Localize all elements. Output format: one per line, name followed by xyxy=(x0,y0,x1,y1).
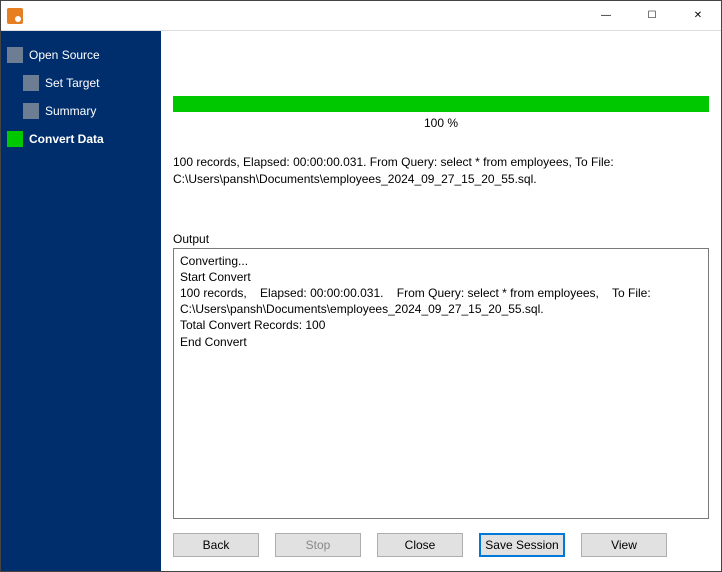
status-line-2: C:\Users\pansh\Documents\employees_2024_… xyxy=(173,171,709,188)
maximize-button[interactable]: ☐ xyxy=(629,1,675,30)
button-row: Back Stop Close Save Session View xyxy=(173,519,709,561)
progress-percent-label: 100 % xyxy=(173,116,709,130)
window-controls: ― ☐ ✕ xyxy=(583,1,721,30)
close-window-button[interactable]: ✕ xyxy=(675,1,721,30)
main-panel: 100 % 100 records, Elapsed: 00:00:00.031… xyxy=(161,31,721,571)
output-textarea[interactable]: Converting... Start Convert 100 records,… xyxy=(173,248,709,519)
sidebar-item-label: Open Source xyxy=(29,48,100,62)
nav-box-icon xyxy=(23,75,39,91)
app-icon xyxy=(7,8,23,24)
titlebar-left xyxy=(1,8,23,24)
minimize-button[interactable]: ― xyxy=(583,1,629,30)
back-button[interactable]: Back xyxy=(173,533,259,557)
sidebar-item-set-target[interactable]: Set Target xyxy=(1,69,161,97)
sidebar-item-open-source[interactable]: Open Source xyxy=(1,41,161,69)
progress-area: 100 % xyxy=(173,96,709,130)
sidebar-item-convert-data[interactable]: Convert Data xyxy=(1,125,161,153)
nav-box-icon xyxy=(7,131,23,147)
output-section: Output Converting... Start Convert 100 r… xyxy=(173,232,709,519)
close-button[interactable]: Close xyxy=(377,533,463,557)
titlebar: ― ☐ ✕ xyxy=(1,1,721,31)
sidebar-item-label: Convert Data xyxy=(29,132,104,146)
progress-bar xyxy=(173,96,709,112)
status-text: 100 records, Elapsed: 00:00:00.031. From… xyxy=(173,154,709,188)
status-line-1: 100 records, Elapsed: 00:00:00.031. From… xyxy=(173,154,709,171)
progress-fill xyxy=(173,96,709,112)
body-area: Open Source Set Target Summary Convert D… xyxy=(1,31,721,571)
nav-box-icon xyxy=(7,47,23,63)
sidebar-item-label: Set Target xyxy=(45,76,99,90)
sidebar-item-summary[interactable]: Summary xyxy=(1,97,161,125)
sidebar: Open Source Set Target Summary Convert D… xyxy=(1,31,161,571)
save-session-button[interactable]: Save Session xyxy=(479,533,565,557)
app-window: ― ☐ ✕ Open Source Set Target Summary Con… xyxy=(0,0,722,572)
stop-button[interactable]: Stop xyxy=(275,533,361,557)
sidebar-item-label: Summary xyxy=(45,104,96,118)
view-button[interactable]: View xyxy=(581,533,667,557)
nav-box-icon xyxy=(23,103,39,119)
output-label: Output xyxy=(173,232,709,246)
